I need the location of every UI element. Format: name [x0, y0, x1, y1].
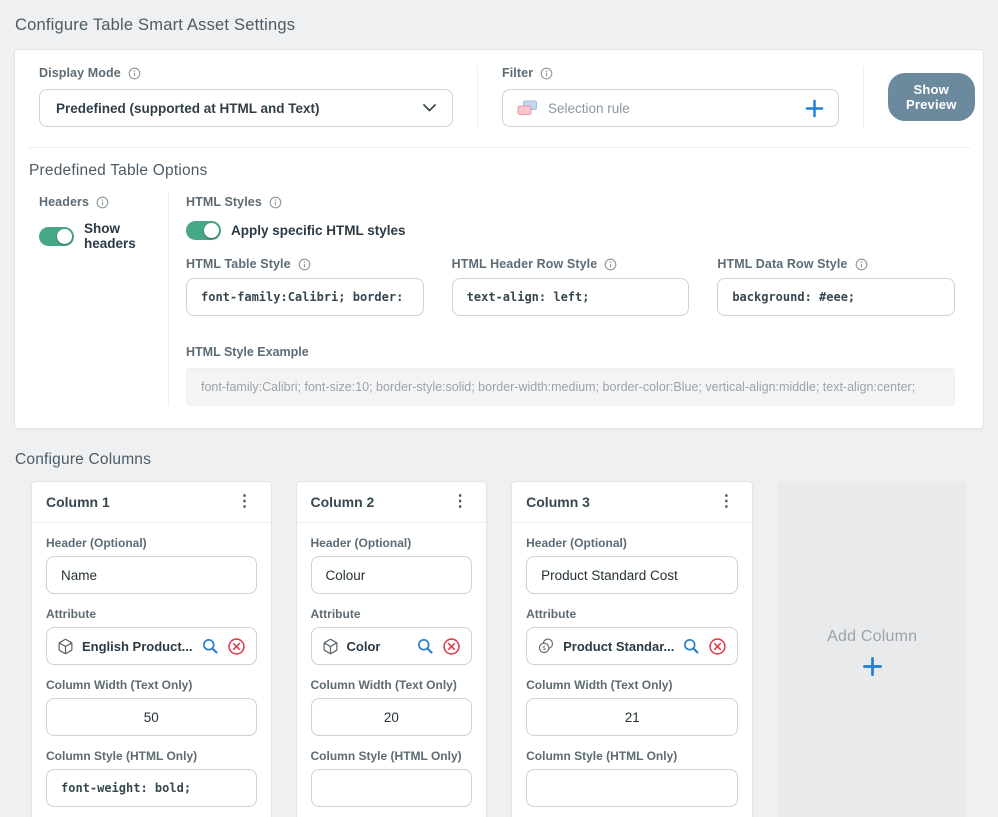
predefined-options-title: Predefined Table Options [29, 162, 969, 180]
info-icon[interactable] [96, 196, 109, 209]
html-style-example-label: HTML Style Example [186, 345, 955, 359]
info-icon[interactable] [128, 67, 141, 80]
kebab-icon[interactable]: ⋮ [714, 492, 738, 512]
attribute-picker[interactable]: English Product... [46, 627, 257, 665]
html-header-row-style-input[interactable] [452, 278, 690, 316]
column-style-input[interactable] [526, 769, 738, 807]
show-preview-button[interactable]: Show Preview [888, 73, 975, 121]
search-icon[interactable] [201, 637, 219, 655]
info-icon[interactable] [540, 67, 553, 80]
display-mode-select[interactable]: Predefined (supported at HTML and Text) [39, 89, 453, 127]
kebab-icon[interactable]: ⋮ [233, 492, 257, 512]
html-styles-label: HTML Styles [186, 195, 262, 209]
filter-placeholder: Selection rule [548, 101, 630, 116]
search-icon[interactable] [416, 637, 434, 655]
clear-icon[interactable] [708, 637, 727, 656]
column-width-label: Column Width (Text Only) [526, 678, 738, 692]
search-icon[interactable] [682, 637, 700, 655]
html-styles-column: HTML Styles Apply specific HTML styles H… [169, 193, 969, 406]
header-optional-label: Header (Optional) [311, 536, 473, 550]
html-table-style-label: HTML Table Style [186, 257, 291, 271]
clear-icon[interactable] [442, 637, 461, 656]
header-optional-label: Header (Optional) [46, 536, 257, 550]
show-headers-toggle-label: Show headers [84, 221, 158, 251]
predefined-table-options: Predefined Table Options Headers Show he… [15, 148, 983, 428]
column-card-1: Column 1 ⋮ Header (Optional) Attribute E… [31, 481, 272, 817]
info-icon[interactable] [604, 258, 617, 271]
headers-column: Headers Show headers [29, 193, 169, 406]
html-table-style-field: HTML Table Style [186, 257, 424, 316]
kebab-icon[interactable]: ⋮ [448, 492, 472, 512]
column-style-input[interactable] [311, 769, 473, 807]
page-title: Configure Table Smart Asset Settings [15, 16, 984, 35]
column-card-title: Column 2 [311, 494, 375, 510]
settings-panel: Display Mode Predefined (supported at HT… [14, 49, 984, 429]
column-width-label: Column Width (Text Only) [46, 678, 257, 692]
preview-section: Show Preview [863, 66, 998, 127]
attribute-label: Attribute [46, 607, 257, 621]
chevron-down-icon [423, 104, 436, 112]
info-icon[interactable] [269, 196, 282, 209]
column-width-input[interactable] [526, 698, 738, 736]
header-optional-label: Header (Optional) [526, 536, 738, 550]
html-data-row-style-field: HTML Data Row Style [717, 257, 955, 329]
clear-icon[interactable] [227, 637, 246, 656]
display-mode-value: Predefined (supported at HTML and Text) [56, 101, 320, 116]
info-icon[interactable] [298, 258, 311, 271]
add-column-label: Add Column [827, 628, 917, 646]
coins-icon: $ [537, 637, 555, 655]
cube-icon [322, 638, 339, 655]
configure-columns-title: Configure Columns [15, 451, 984, 469]
filter-input[interactable]: Selection rule [502, 89, 839, 127]
column-card-title: Column 3 [526, 494, 590, 510]
column-style-input[interactable] [46, 769, 257, 807]
apply-html-styles-toggle-label: Apply specific HTML styles [231, 223, 406, 238]
filter-label: Filter [502, 66, 533, 80]
info-icon[interactable] [855, 258, 868, 271]
html-header-row-style-label: HTML Header Row Style [452, 257, 598, 271]
attribute-picker[interactable]: Color [311, 627, 473, 665]
attribute-value: Product Standar... [563, 639, 674, 654]
column-header-input[interactable] [526, 556, 738, 594]
settings-top-row: Display Mode Predefined (supported at HT… [15, 50, 983, 147]
column-width-input[interactable] [311, 698, 473, 736]
display-mode-section: Display Mode Predefined (supported at HT… [15, 66, 477, 127]
column-width-input[interactable] [46, 698, 257, 736]
stacked-cards-icon [517, 100, 538, 116]
display-mode-label: Display Mode [39, 66, 121, 80]
attribute-picker[interactable]: $ Product Standar... [526, 627, 738, 665]
html-data-row-style-input[interactable] [717, 278, 955, 316]
html-header-row-style-field: HTML Header Row Style [452, 257, 690, 316]
attribute-label: Attribute [526, 607, 738, 621]
columns-row: Column 1 ⋮ Header (Optional) Attribute E… [31, 481, 967, 817]
column-style-label: Column Style (HTML Only) [46, 749, 257, 763]
plus-icon [862, 656, 883, 677]
column-header-input[interactable] [311, 556, 473, 594]
column-width-label: Column Width (Text Only) [311, 678, 473, 692]
apply-html-styles-toggle[interactable] [186, 221, 221, 240]
cube-icon [57, 638, 74, 655]
column-style-label: Column Style (HTML Only) [526, 749, 738, 763]
column-card-title: Column 1 [46, 494, 110, 510]
column-card-2: Column 2 ⋮ Header (Optional) Attribute C… [296, 481, 488, 817]
svg-text:$: $ [542, 644, 546, 652]
column-card-3: Column 3 ⋮ Header (Optional) Attribute $… [511, 481, 753, 817]
html-data-row-style-label: HTML Data Row Style [717, 257, 847, 271]
page: Configure Table Smart Asset Settings Dis… [0, 0, 998, 817]
attribute-value: Color [347, 639, 409, 654]
column-header-input[interactable] [46, 556, 257, 594]
attribute-value: English Product... [82, 639, 193, 654]
attribute-label: Attribute [311, 607, 473, 621]
html-style-example-text: font-family:Calibri; font-size:10; borde… [186, 368, 955, 406]
html-table-style-input[interactable] [186, 278, 424, 316]
headers-label: Headers [39, 195, 89, 209]
show-headers-toggle[interactable] [39, 227, 74, 246]
add-column-button[interactable]: Add Column [777, 481, 967, 817]
add-filter-rule-button[interactable] [805, 99, 824, 118]
column-style-label: Column Style (HTML Only) [311, 749, 473, 763]
filter-section: Filter Selection rule [477, 66, 863, 127]
